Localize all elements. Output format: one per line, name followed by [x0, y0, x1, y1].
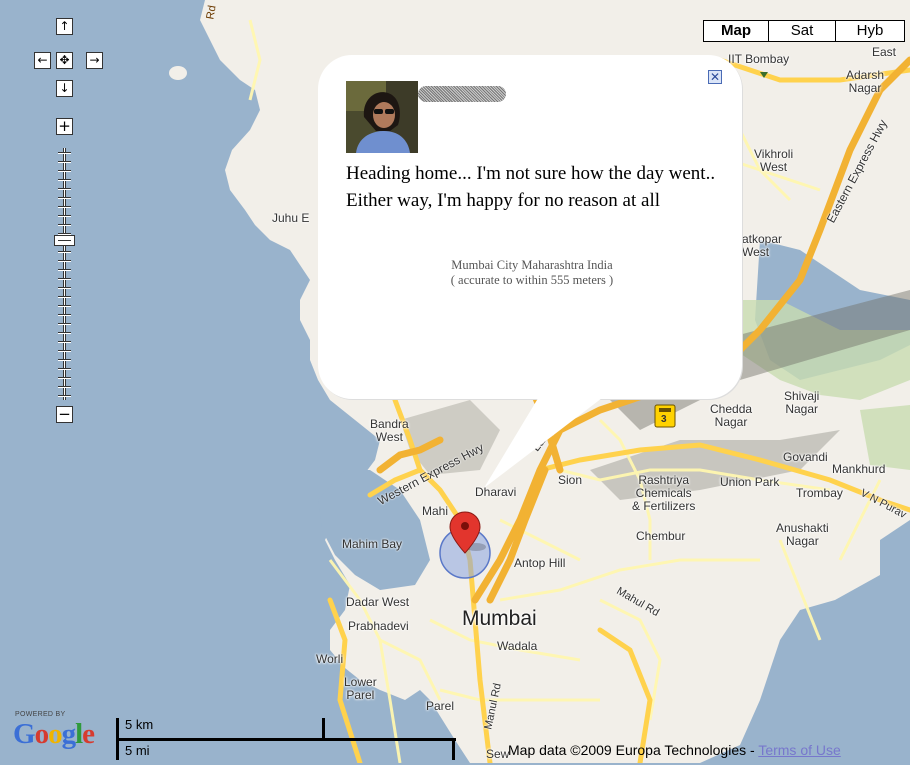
label-chedda-nagar: Chedda Nagar — [710, 402, 753, 429]
pan-center-button[interactable]: ✥ — [56, 52, 73, 69]
zoom-tick — [58, 287, 71, 289]
google-logo-letter: o — [48, 718, 62, 750]
zoom-out-button[interactable]: − — [56, 406, 73, 423]
google-logo-letter: G — [13, 718, 36, 750]
label-anushakti-nagar: Anushakti Nagar — [776, 521, 829, 548]
label-nh3: 3 — [661, 414, 667, 425]
location-info: Mumbai City Maharashtra India ( accurate… — [360, 258, 704, 288]
label-parel: Parel — [426, 699, 455, 713]
map-type-map-button[interactable]: Map — [703, 20, 769, 42]
zoom-tick — [58, 341, 71, 343]
zoom-tick — [58, 170, 71, 172]
zoom-tick — [58, 368, 71, 370]
zoom-tick — [58, 278, 71, 280]
zoom-tick — [58, 350, 71, 352]
label-sewri: Sew — [486, 747, 510, 761]
zoom-tick — [58, 269, 71, 271]
label-juhu: Juhu E — [272, 211, 310, 225]
scale-mi-label: 5 mi — [125, 743, 150, 758]
label-rd-top: Rd — [204, 4, 219, 21]
terms-of-use-link[interactable]: Terms of Use — [758, 742, 840, 758]
zoom-tick — [58, 161, 71, 163]
zoom-slider-handle[interactable] — [54, 235, 75, 246]
zoom-tick — [58, 224, 71, 226]
map-type-control: Map Sat Hyb — [703, 20, 905, 42]
island — [169, 66, 187, 80]
post-text: Heading home... I'm not sure how the day… — [346, 163, 716, 211]
username-redacted — [418, 86, 506, 102]
attribution-text: Map data ©2009 Europa Technologies - — [508, 742, 759, 758]
zoom-tick — [58, 323, 71, 325]
zoom-tick — [58, 197, 71, 199]
pan-down-button[interactable]: ↓ — [56, 80, 73, 97]
zoom-tick — [58, 386, 71, 388]
google-logo-letter: g — [61, 718, 76, 750]
map-type-sat-button[interactable]: Sat — [768, 20, 836, 42]
pan-right-button[interactable]: → — [86, 52, 103, 69]
label-dharavi: Dharavi — [475, 485, 517, 499]
scale-km-label: 5 km — [125, 717, 154, 732]
label-prabhadevi: Prabhadevi — [348, 619, 409, 633]
label-east: East — [872, 45, 897, 59]
zoom-tick — [58, 152, 71, 154]
label-iit-bombay: IIT Bombay — [728, 52, 790, 66]
label-mahim: Mahi — [422, 504, 449, 518]
label-chembur: Chembur — [636, 529, 686, 543]
label-mankhurd: Mankhurd — [832, 462, 886, 476]
location-line: Mumbai City Maharashtra India — [451, 258, 613, 272]
label-dadar-west: Dadar West — [346, 595, 410, 609]
label-mahim-bay: Mahim Bay — [342, 537, 403, 551]
label-vikhroli-west: Vikhroli West — [754, 147, 794, 174]
pan-left-button[interactable]: ← — [34, 52, 51, 69]
zoom-tick — [58, 251, 71, 253]
label-mumbai: Mumbai — [462, 607, 537, 630]
user-avatar[interactable] — [346, 81, 418, 153]
accuracy-line: ( accurate to within 555 meters ) — [450, 273, 614, 287]
zoom-tick — [58, 296, 71, 298]
map-attribution: Map data ©2009 Europa Technologies - Ter… — [508, 742, 841, 758]
zoom-slider-track[interactable] — [56, 148, 73, 400]
label-bandra-west: Bandra West — [370, 417, 409, 444]
label-govandi: Govandi — [783, 450, 828, 464]
zoom-tick — [58, 314, 71, 316]
label-sion: Sion — [558, 473, 583, 487]
label-adarsh-nagar: Adarsh Nagar — [846, 68, 885, 95]
zoom-tick — [58, 332, 71, 334]
label-worli: Worli — [316, 652, 344, 666]
label-wadala: Wadala — [497, 639, 538, 653]
zoom-rail — [63, 148, 66, 400]
zoom-tick — [58, 188, 71, 190]
label-antop-hill: Antop Hill — [514, 556, 566, 570]
zoom-tick — [58, 260, 71, 262]
scale-bar: 5 km 5 mi — [116, 717, 461, 760]
google-logo-letter: o — [34, 718, 49, 750]
google-logo-letter: e — [82, 718, 95, 750]
powered-by-label: POWERED BY — [15, 711, 66, 718]
label-shivaji-nagar: Shivaji Nagar — [784, 389, 820, 416]
zoom-in-button[interactable]: + — [56, 118, 73, 135]
label-lower-parel: Lower Parel — [344, 675, 377, 702]
zoom-tick — [58, 359, 71, 361]
google-logo[interactable]: Google — [13, 718, 95, 750]
pan-up-button[interactable]: ↑ — [56, 18, 73, 35]
zoom-tick — [58, 179, 71, 181]
close-info-window-button[interactable]: ✕ — [708, 70, 722, 84]
label-ghatkopar-west: atkopar West — [742, 232, 783, 259]
zoom-tick — [58, 305, 71, 307]
map-type-hyb-button[interactable]: Hyb — [835, 20, 905, 42]
zoom-tick — [58, 206, 71, 208]
zoom-tick — [58, 215, 71, 217]
label-union-park: Union Park — [720, 475, 780, 489]
zoom-tick — [58, 395, 71, 397]
zoom-tick — [58, 377, 71, 379]
label-trombay: Trombay — [796, 486, 843, 500]
label-rashtriya-chemicals: Rashtriya Chemicals & Fertilizers — [632, 473, 696, 513]
